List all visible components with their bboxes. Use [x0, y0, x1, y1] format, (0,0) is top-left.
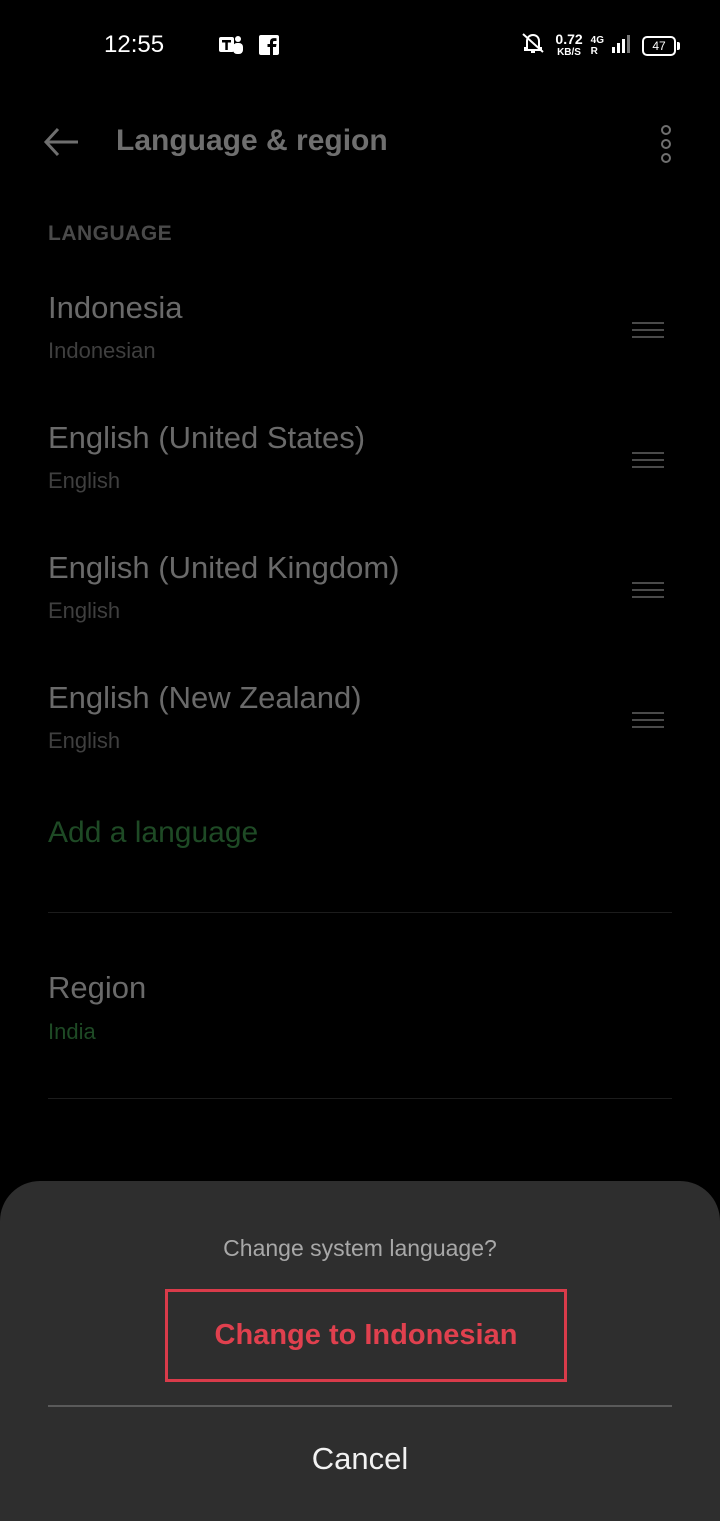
language-subtitle: English — [48, 728, 121, 753]
language-subtitle: English — [48, 598, 121, 623]
status-bar: 12:55 0.72 KB/S 4G R 47 — [0, 0, 720, 90]
drag-handle-icon[interactable] — [632, 452, 664, 470]
teams-icon — [218, 34, 244, 63]
language-name: Indonesia — [48, 290, 183, 325]
back-button[interactable] — [40, 124, 84, 160]
drag-handle-icon[interactable] — [632, 322, 664, 340]
drag-handle-icon[interactable] — [632, 582, 664, 600]
facebook-icon — [258, 34, 280, 63]
language-subtitle: Indonesian — [48, 338, 156, 363]
region-title: Region — [48, 970, 147, 1005]
dialog-divider — [48, 1405, 672, 1407]
language-item-english-us[interactable]: English (United States) English — [0, 420, 720, 530]
signal-icon — [612, 33, 634, 58]
language-name: English (United Kingdom) — [48, 550, 400, 585]
change-language-button[interactable]: Change to Indonesian — [165, 1289, 567, 1382]
language-item-english-nz[interactable]: English (New Zealand) English — [0, 680, 720, 790]
language-item-english-uk[interactable]: English (United Kingdom) English — [0, 550, 720, 660]
page-title: Language & region — [116, 124, 388, 157]
network-type: 4G R — [590, 34, 604, 57]
app-bar: Language & region — [0, 90, 720, 194]
bell-off-icon — [519, 30, 547, 61]
region-value: India — [48, 1019, 96, 1044]
system-icons: 0.72 KB/S 4G R 47 — [519, 30, 680, 61]
divider — [48, 1098, 672, 1099]
add-language-button[interactable]: Add a language — [48, 816, 258, 850]
status-time: 12:55 — [104, 31, 165, 58]
dialog-prompt: Change system language? — [223, 1235, 497, 1261]
network-speed: 0.72 KB/S — [555, 30, 583, 58]
cancel-button[interactable]: Cancel — [0, 1441, 720, 1477]
battery-icon: 47 — [642, 35, 680, 56]
drag-handle-icon[interactable] — [632, 712, 664, 730]
language-section-label: LANGUAGE — [48, 222, 173, 245]
language-subtitle: English — [48, 468, 121, 493]
change-language-dialog: Change system language? Change to Indone… — [0, 1181, 720, 1521]
language-item-indonesia[interactable]: Indonesia Indonesian — [0, 290, 720, 400]
notification-icons — [218, 34, 280, 63]
back-arrow-icon — [43, 127, 78, 157]
language-name: English (United States) — [48, 420, 366, 455]
more-vert-icon — [661, 125, 671, 163]
divider — [48, 912, 672, 913]
more-options-button[interactable] — [648, 124, 684, 164]
language-name: English (New Zealand) — [48, 680, 362, 715]
